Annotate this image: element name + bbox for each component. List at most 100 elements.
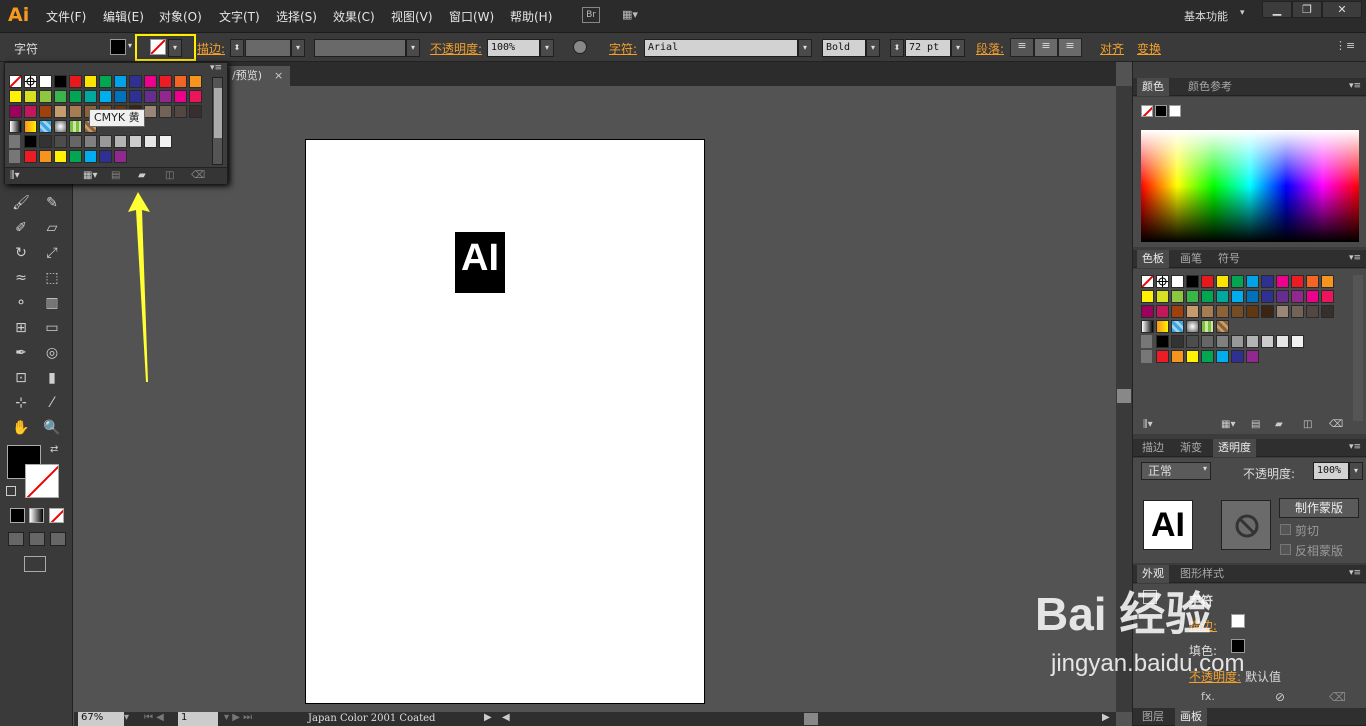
artboard-tool-icon[interactable]: ⊹ [9, 392, 33, 414]
blend-mode-select[interactable]: 正常 [1141, 462, 1211, 480]
swatch[interactable] [1156, 320, 1169, 333]
font-style-field[interactable]: Bold [822, 39, 866, 57]
menu-select[interactable]: 选择(S) [276, 8, 317, 25]
swatch[interactable] [1186, 305, 1199, 318]
scale-tool-icon[interactable]: ⤢ [40, 242, 64, 264]
swatch[interactable] [9, 105, 22, 118]
swatch[interactable] [1246, 275, 1259, 288]
opacity-field[interactable]: 100% [1313, 462, 1349, 480]
tab-brushes[interactable]: 画笔 [1175, 250, 1207, 268]
swatch[interactable] [159, 105, 172, 118]
swatch[interactable] [84, 75, 97, 88]
swatch[interactable] [1186, 290, 1199, 303]
swatch[interactable] [1201, 350, 1214, 363]
swatch[interactable] [1291, 305, 1304, 318]
swatch[interactable] [9, 75, 22, 88]
swatch[interactable] [84, 90, 97, 103]
swatch[interactable] [39, 105, 52, 118]
swatch[interactable] [174, 105, 187, 118]
swatch[interactable] [1246, 290, 1259, 303]
swatch[interactable] [9, 150, 20, 163]
swatch[interactable] [1201, 320, 1214, 333]
swatch[interactable] [1306, 290, 1319, 303]
close-tab-icon[interactable]: × [274, 66, 283, 86]
swatch[interactable] [39, 90, 52, 103]
swatch[interactable] [1216, 320, 1229, 333]
make-mask-button[interactable]: 制作蒙版 [1279, 498, 1359, 518]
swatch[interactable] [69, 135, 82, 148]
swatch[interactable] [24, 105, 37, 118]
horizontal-scroll-thumb[interactable] [804, 713, 818, 725]
swatch[interactable] [69, 75, 82, 88]
eraser-tool-icon[interactable]: ▱ [40, 217, 64, 239]
swatch[interactable] [1141, 350, 1152, 363]
workspace-switcher[interactable]: 基本功能 [1184, 8, 1228, 24]
slice-tool-icon[interactable]: ⁄ [40, 392, 64, 414]
new-group-icon[interactable]: ▰ [1275, 419, 1283, 430]
invert-mask-checkbox[interactable] [1280, 544, 1291, 555]
mask-thumbnail[interactable] [1221, 500, 1271, 550]
swatch[interactable] [114, 75, 127, 88]
swatch[interactable] [39, 135, 52, 148]
swatch[interactable] [1291, 275, 1304, 288]
color-spectrum[interactable] [1141, 130, 1359, 242]
swatch[interactable] [1201, 275, 1214, 288]
swatch[interactable] [99, 150, 112, 163]
mesh-tool-icon[interactable]: ⊞ [9, 317, 33, 339]
swatch[interactable] [1201, 335, 1214, 348]
swatch[interactable] [1246, 305, 1259, 318]
arrange-documents-button[interactable]: ▦▾ [622, 8, 648, 22]
swatch[interactable] [1216, 335, 1229, 348]
swatch[interactable] [24, 135, 37, 148]
character-label[interactable]: 字符: [609, 40, 637, 57]
swatch[interactable] [159, 75, 172, 88]
swatch[interactable] [84, 135, 97, 148]
swatch[interactable] [1171, 275, 1184, 288]
swatch[interactable] [1156, 335, 1169, 348]
swatch[interactable] [1186, 335, 1199, 348]
swatch[interactable] [1306, 275, 1319, 288]
menu-file[interactable]: 文件(F) [46, 8, 86, 25]
bridge-button[interactable]: Br [582, 7, 600, 23]
panel-menu-icon[interactable]: ▾≡ [1349, 81, 1361, 91]
align-left-button[interactable]: ≡ [1010, 38, 1034, 57]
swatch[interactable] [1321, 290, 1334, 303]
column-graph-tool-icon[interactable]: ▮ [40, 367, 64, 389]
swatch[interactable] [1141, 275, 1154, 288]
menu-type[interactable]: 文字(T) [219, 8, 260, 25]
tab-transparency[interactable]: 透明度 [1213, 439, 1256, 457]
artboard-ai-text[interactable]: AI [455, 232, 505, 293]
none-swatch[interactable] [1141, 105, 1153, 117]
zoom-field[interactable]: 67% [78, 712, 124, 726]
swatch[interactable] [39, 75, 52, 88]
menu-object[interactable]: 对象(O) [159, 8, 202, 25]
swatch[interactable] [1156, 290, 1169, 303]
swatch[interactable] [1231, 350, 1244, 363]
free-transform-tool-icon[interactable]: ⬚ [40, 267, 64, 289]
variable-width-profile[interactable] [314, 39, 406, 57]
swatch[interactable] [1261, 305, 1274, 318]
gradient-tool-icon[interactable]: ▭ [40, 317, 64, 339]
swatch[interactable] [24, 150, 37, 163]
status-menu-icon[interactable]: ▶ [484, 712, 492, 723]
swatch[interactable] [54, 90, 67, 103]
swatch[interactable] [114, 150, 127, 163]
gradient-mode-button[interactable] [29, 508, 44, 523]
scroll-thumb[interactable] [1117, 389, 1131, 403]
swatch[interactable] [69, 90, 82, 103]
panel-menu-icon[interactable]: ▾≡ [1349, 568, 1361, 578]
fill-swatch[interactable] [110, 39, 126, 55]
swatch-library-icon[interactable]: ⫼▾ [1143, 419, 1153, 430]
swatch[interactable] [1141, 290, 1154, 303]
default-colors-icon[interactable] [6, 486, 16, 496]
tab-color-guide[interactable]: 颜色参考 [1183, 78, 1237, 96]
swatch[interactable] [1171, 335, 1184, 348]
swatch[interactable] [99, 135, 112, 148]
swatch-library-icon[interactable]: ⫼▾ [10, 170, 20, 181]
close-window-button[interactable]: ✕ [1322, 1, 1362, 18]
menu-window[interactable]: 窗口(W) [449, 8, 494, 25]
tab-symbols[interactable]: 符号 [1213, 250, 1245, 268]
swatch[interactable] [24, 75, 37, 88]
swatch[interactable] [1231, 335, 1244, 348]
swatch[interactable] [1246, 335, 1259, 348]
